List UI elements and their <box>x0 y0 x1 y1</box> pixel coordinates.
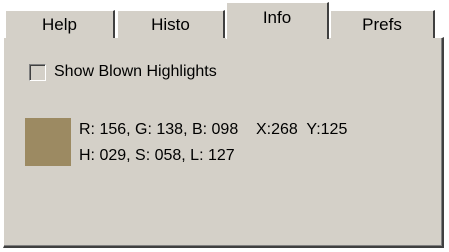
color-swatch <box>25 118 71 166</box>
tab-prefs[interactable]: Prefs <box>330 10 435 38</box>
tab-info[interactable]: Info <box>226 2 329 39</box>
show-blown-highlights-option[interactable]: Show Blown Highlights <box>29 62 217 82</box>
rgb-position-readout: R: 156, G: 138, B: 098 X:268 Y:125 <box>79 121 348 138</box>
hsl-readout: H: 029, S: 058, L: 127 <box>79 147 235 164</box>
show-blown-highlights-checkbox[interactable] <box>29 63 46 81</box>
tab-histo[interactable]: Histo <box>117 10 225 38</box>
show-blown-highlights-label: Show Blown Highlights <box>54 63 217 80</box>
tab-help[interactable]: Help <box>5 10 115 38</box>
